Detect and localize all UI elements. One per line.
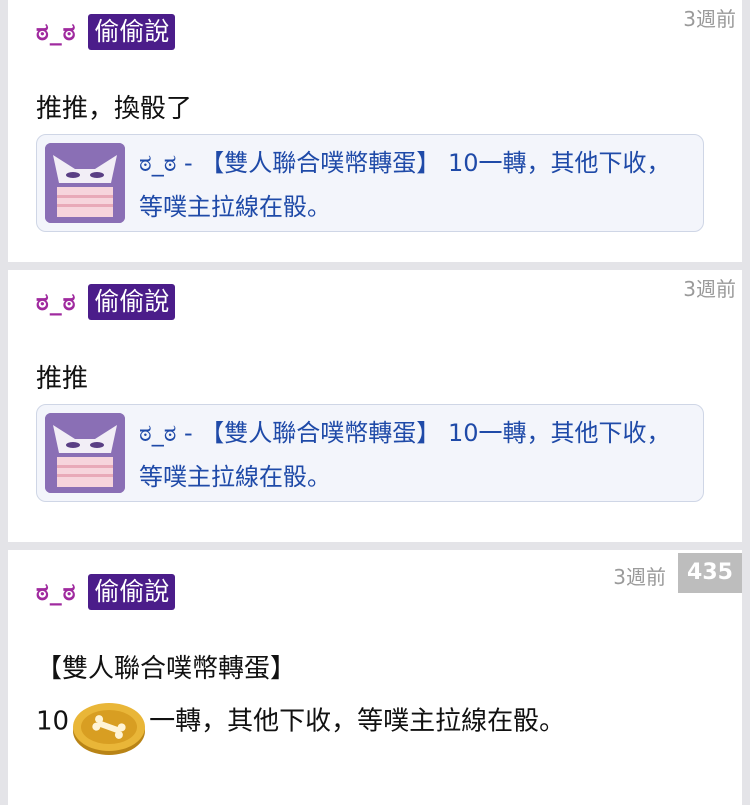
masked-avatar-icon — [45, 143, 125, 223]
quoted-text: ಠ_ಠ - 【雙人聯合噗幣轉蛋】 10一轉，其他下收，等噗主拉線在骰。 — [139, 419, 671, 491]
nickname[interactable]: ಠ_ಠ — [36, 578, 76, 606]
author-row: ಠ_ಠ 偷偷說 — [36, 12, 176, 52]
quoted-post-card[interactable]: ಠ_ಠ - 【雙人聯合噗幣轉蛋】 10一轉，其他下收，等噗主拉線在骰。 — [36, 404, 704, 502]
plurk-coin-icon — [69, 698, 149, 758]
anonymous-tag: 偷偷說 — [88, 14, 176, 50]
post-title-line: 【雙人聯合噗幣轉蛋】 — [36, 654, 297, 684]
nickname[interactable]: ಠ_ಠ — [36, 18, 76, 46]
post-line: 10 一轉，其他下收，等噗主拉線在骰。 — [36, 692, 726, 755]
post-line-rest: 一轉，其他下收，等噗主拉線在骰。 — [149, 706, 566, 737]
timestamp[interactable]: 3週前 — [683, 273, 736, 302]
nickname[interactable]: ಠ_ಠ — [36, 288, 76, 316]
masked-avatar-icon — [45, 413, 125, 493]
timestamp[interactable]: 3週前 — [613, 561, 666, 590]
anonymous-tag: 偷偷說 — [88, 574, 176, 610]
author-row: ಠ_ಠ 偷偷說 — [36, 572, 176, 612]
post-card: 3週前 ಠ_ಠ 偷偷說 推推，換骰了 ಠ_ಠ - 【雙人聯合噗幣轉蛋】 10一轉… — [8, 0, 742, 262]
quoted-post-card[interactable]: ಠ_ಠ - 【雙人聯合噗幣轉蛋】 10一轉，其他下收，等噗主拉線在骰。 — [36, 134, 704, 232]
post-body: 【雙人聯合噗幣轉蛋】 10 一轉，其他下收，等噗主拉線在骰。 — [36, 646, 726, 755]
floor-number-badge: 435 — [678, 553, 742, 593]
anonymous-tag: 偷偷說 — [88, 284, 176, 320]
post-body: 推推，換骰了 — [36, 94, 193, 124]
author-row: ಠ_ಠ 偷偷說 — [36, 282, 176, 322]
post-body: 推推 — [36, 364, 89, 394]
timestamp[interactable]: 3週前 — [683, 3, 736, 32]
post-card: 3週前 ಠ_ಠ 偷偷說 推推 ಠ_ಠ - 【雙人聯合噗幣轉蛋】 10一轉，其他下… — [8, 270, 742, 542]
price-number: 10 — [36, 706, 70, 737]
post-card: 3週前 435 ಠ_ಠ 偷偷說 【雙人聯合噗幣轉蛋】 10 一轉，其他下收，等噗… — [8, 550, 742, 805]
quoted-text: ಠ_ಠ - 【雙人聯合噗幣轉蛋】 10一轉，其他下收，等噗主拉線在骰。 — [139, 149, 671, 221]
